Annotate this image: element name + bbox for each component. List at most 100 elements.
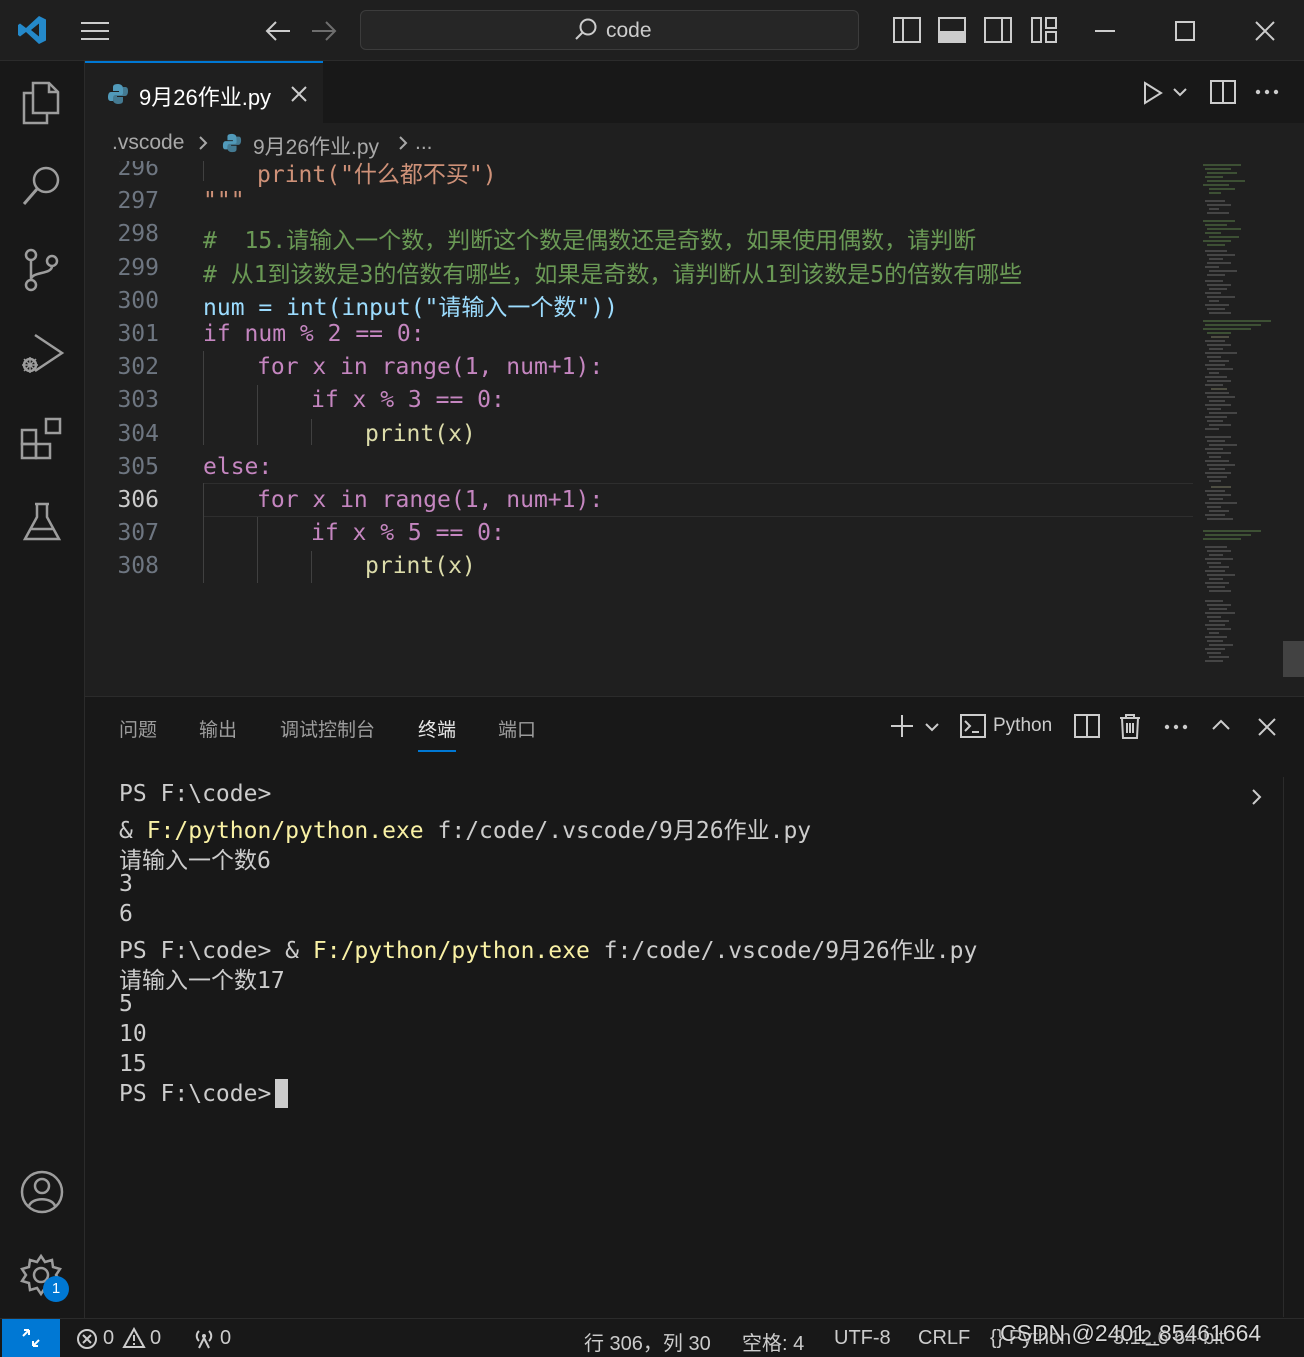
code-line-302: for x in range(1, num+1): — [257, 354, 604, 380]
terminal-dropdown-chevron-icon[interactable] — [925, 722, 939, 732]
source-control-icon[interactable] — [21, 247, 61, 293]
indent-guide — [257, 517, 258, 583]
line-number: 299 — [117, 255, 159, 281]
end-of-line[interactable]: CRLF — [918, 1327, 970, 1350]
close-window-icon[interactable] — [1255, 21, 1275, 41]
tab-problems[interactable]: 问题 — [119, 715, 157, 742]
indent-guide — [203, 351, 204, 445]
terminal-profile-icon — [960, 714, 986, 738]
close-tab-icon[interactable] — [290, 85, 308, 103]
run-debug-icon[interactable] — [19, 331, 65, 377]
code-line-307: if x % 5 == 0: — [311, 520, 505, 546]
breadcrumb-file[interactable]: 9月26作业.py — [253, 131, 379, 161]
terminal-line: 6 — [119, 901, 133, 927]
terminal-chevron-right-icon[interactable] — [1251, 788, 1263, 806]
code-line-305: else: — [203, 454, 273, 480]
tab-terminal[interactable]: 终端 — [418, 715, 457, 752]
code-line-297: """ — [203, 188, 245, 214]
terminal-line: 5 — [119, 991, 133, 1017]
maximize-panel-chevron-up-icon[interactable] — [1212, 719, 1230, 731]
cursor-position[interactable]: 行 306，列 30 — [584, 1327, 711, 1356]
maximize-icon[interactable] — [1175, 21, 1195, 41]
code-line-304: print(x) — [365, 421, 476, 447]
kill-terminal-trash-icon[interactable] — [1119, 713, 1141, 739]
indent-guide — [203, 483, 204, 583]
code-editor[interactable]: 296 297 298 299 300 301 302 303 304 305 … — [85, 161, 1304, 695]
warning-count[interactable]: 0 — [150, 1327, 161, 1350]
testing-icon[interactable] — [22, 501, 62, 543]
warning-icon — [122, 1327, 146, 1349]
menu-icon[interactable] — [80, 20, 110, 42]
tab-9-26-py[interactable]: 9月26作业.py — [85, 61, 323, 123]
terminal-line: 请输入一个数17 — [119, 968, 285, 994]
split-editor-icon[interactable] — [1210, 80, 1236, 104]
tab-label: 9月26作业.py — [139, 85, 272, 110]
toggle-primary-sidebar-icon[interactable] — [893, 17, 921, 43]
remote-icon — [21, 1328, 41, 1348]
extensions-icon[interactable] — [20, 416, 64, 460]
customize-layout-icon[interactable] — [1031, 17, 1057, 43]
vscode-logo-icon — [16, 14, 48, 46]
line-number: 303 — [117, 387, 159, 413]
editor-tabs-bar: 9月26作业.py — [85, 61, 1304, 123]
back-arrow-icon[interactable] — [264, 18, 292, 44]
remote-indicator[interactable] — [2, 1319, 60, 1357]
line-number-current: 306 — [117, 487, 159, 513]
split-terminal-icon[interactable] — [1074, 714, 1100, 738]
panel-more-actions-icon[interactable] — [1164, 724, 1188, 730]
line-number: 304 — [117, 421, 159, 447]
terminal-line: PS F:\code> — [119, 1081, 286, 1107]
terminal-cursor — [275, 1079, 288, 1108]
python-file-icon — [222, 133, 242, 153]
command-center-search[interactable]: code — [360, 10, 859, 50]
run-python-file-icon[interactable] — [1143, 81, 1163, 105]
editor-scrollbar-thumb[interactable] — [1283, 641, 1304, 677]
editor-scrollbar[interactable] — [1283, 161, 1304, 681]
tab-output[interactable]: 输出 — [199, 715, 237, 742]
minimap[interactable] — [1201, 161, 1283, 671]
terminal-line: PS F:\code> & F:/python/python.exe f:/co… — [119, 931, 977, 965]
close-panel-icon[interactable] — [1258, 718, 1276, 736]
terminal-profile-label[interactable]: Python — [993, 715, 1052, 737]
line-number: 305 — [117, 454, 159, 480]
more-actions-icon[interactable] — [1255, 89, 1279, 95]
explorer-icon[interactable] — [21, 81, 61, 125]
indent-guide — [311, 551, 312, 583]
terminal-line: 请输入一个数6 — [119, 848, 271, 874]
code-line-303: if x % 3 == 0: — [311, 387, 505, 413]
line-number: 301 — [117, 321, 159, 347]
terminal-line: 10 — [119, 1021, 147, 1047]
indent-guide — [203, 161, 204, 181]
account-icon[interactable] — [19, 1169, 65, 1215]
minimize-icon[interactable] — [1095, 29, 1115, 33]
error-count[interactable]: 0 — [103, 1327, 114, 1350]
code-line-300: num = int(input("请输入一个数")) — [203, 295, 618, 321]
tab-ports[interactable]: 端口 — [498, 715, 536, 742]
terminal-exe-path: F:/python/python.exe — [312, 938, 590, 964]
code-line-298: # 15.请输入一个数，判断这个数是偶数还是奇数，如果使用偶数，请判断 — [203, 228, 977, 254]
code-line-296: print("什么都不买") — [257, 162, 497, 188]
toggle-panel-icon[interactable] — [938, 17, 966, 43]
python-file-icon — [107, 83, 129, 105]
toggle-secondary-sidebar-icon[interactable] — [984, 17, 1012, 43]
terminal-scrollbar[interactable] — [1283, 777, 1304, 1317]
line-number: 308 — [117, 553, 159, 579]
new-terminal-plus-icon[interactable] — [890, 714, 914, 738]
breadcrumb-more[interactable]: ... — [415, 131, 433, 155]
tab-debug-console[interactable]: 调试控制台 — [280, 715, 375, 742]
code-line-308: print(x) — [365, 553, 476, 579]
line-number: 298 — [117, 221, 159, 247]
forward-arrow-icon[interactable] — [310, 18, 338, 44]
ports-count[interactable]: 0 — [220, 1327, 231, 1350]
line-number: 297 — [117, 188, 159, 214]
terminal-text: f:/code/.vscode/9月26作业.py — [589, 938, 978, 964]
breadcrumb-folder[interactable]: .vscode — [112, 131, 184, 155]
terminal-text: f:/code/.vscode/9月26作业.py — [423, 818, 812, 844]
run-dropdown-chevron-icon[interactable] — [1173, 87, 1187, 97]
csdn-watermark: CSDN @2401_85461664 — [1000, 1320, 1262, 1346]
indentation[interactable]: 空格: 4 — [742, 1327, 804, 1356]
encoding[interactable]: UTF-8 — [834, 1327, 891, 1350]
search-view-icon[interactable] — [21, 164, 63, 208]
code-line-299: # 从1到该数是3的倍数有哪些，如果是奇数，请判断从1到该数是5的倍数有哪些 — [203, 262, 1023, 288]
settings-update-badge: 1 — [43, 1276, 69, 1302]
